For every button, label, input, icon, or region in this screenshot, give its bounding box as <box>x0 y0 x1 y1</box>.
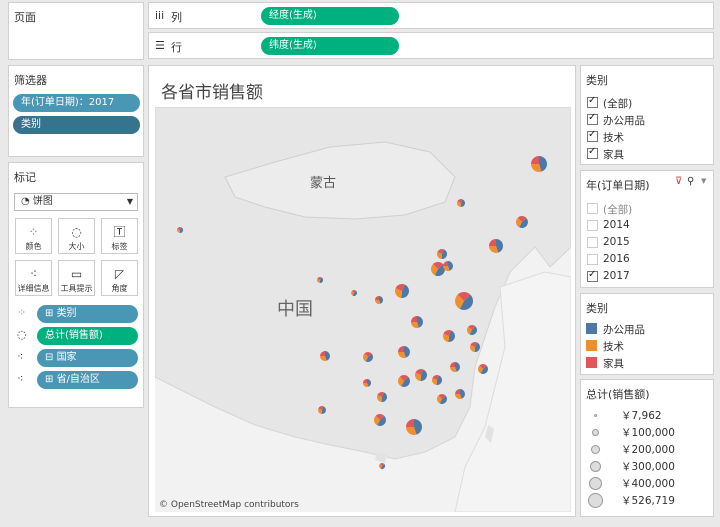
size-legend-label: ￥7,962 <box>621 410 662 422</box>
map-attribution[interactable]: © OpenStreetMap contributors <box>159 500 299 510</box>
columns-label: 列 <box>171 11 182 24</box>
latitude-pill[interactable]: 纬度(生成) <box>261 37 399 55</box>
map-label-mongolia: 蒙古 <box>310 176 336 191</box>
mark-type-dropdown[interactable]: ◔ 饼图 ▼ <box>14 193 138 211</box>
columns-icon: iii <box>155 9 165 22</box>
size-legend-label: ￥400,000 <box>621 478 675 490</box>
angle-icon: ◸ <box>114 267 125 281</box>
size-legend-circle <box>593 413 597 417</box>
pie-icon: ◔ <box>21 196 30 207</box>
year-filter-item-label[interactable]: 2016 <box>603 253 630 265</box>
columns-shelf[interactable]: iii 列 经度(生成) <box>148 2 714 29</box>
size-legend-title: 总计(销售额) <box>586 388 650 401</box>
marks-field-sales[interactable]: 总计(销售额) <box>37 327 138 345</box>
category-filter-item-checkbox[interactable] <box>587 112 598 125</box>
filter-pill-category[interactable]: 类别 <box>13 116 140 134</box>
year-filter-title: 年(订单日期) <box>586 179 650 192</box>
map-label-china: 中国 <box>277 299 313 320</box>
search-icon[interactable]: ⚲ <box>687 176 694 187</box>
category-filter: 类别 (全部) 办公用品技术家具 <box>580 65 714 165</box>
category-filter-item-label[interactable]: 办公用品 <box>603 113 645 128</box>
size-legend-label: ￥100,000 <box>621 427 675 439</box>
color-legend-title: 类别 <box>586 302 608 315</box>
view-panel: 各省市销售额 蒙古 中国 © OpenStreetMap contributor… <box>148 65 576 517</box>
category-filter-item-checkbox[interactable] <box>587 146 598 159</box>
legend-label[interactable]: 家具 <box>603 356 624 371</box>
category-filter-item-label[interactable]: 技术 <box>603 130 624 145</box>
clear-filter-icon[interactable]: ⊽ <box>675 176 682 187</box>
year-filter-item-label[interactable]: 2015 <box>603 236 630 248</box>
size-legend-label: ￥300,000 <box>621 461 675 473</box>
size-legend-circle <box>590 444 600 454</box>
size-icon: ◌ <box>71 225 82 239</box>
pages-title: 页面 <box>14 11 36 24</box>
longitude-pill[interactable]: 经度(生成) <box>261 7 399 25</box>
map[interactable]: 蒙古 中国 <box>155 107 571 512</box>
view-title: 各省市销售额 <box>161 83 263 103</box>
angle-button[interactable]: ◸ 角度 <box>101 260 138 296</box>
label-button[interactable]: 🅃 标签 <box>101 218 138 254</box>
hainan-shape <box>375 452 387 463</box>
size-legend-circle <box>591 428 599 436</box>
year-filter-item-checkbox[interactable] <box>587 203 598 214</box>
year-filter-item-checkbox[interactable] <box>587 237 598 248</box>
legend-swatch[interactable] <box>586 340 597 351</box>
category-filter-item-label[interactable]: (全部) <box>603 96 632 111</box>
category-filter-title: 类别 <box>586 74 608 87</box>
chevron-down-icon: ▼ <box>126 197 133 206</box>
mark-type-label: 饼图 <box>32 196 53 207</box>
size-field-icon: ◌ <box>17 328 27 341</box>
detail-field-icon: ⁖ <box>17 372 24 385</box>
detail-field-icon: ⁖ <box>17 350 24 363</box>
marks-field-country[interactable]: ⊟ 国家 <box>37 349 138 367</box>
filter-pill-year[interactable]: 年(订单日期)：2017 <box>13 94 140 112</box>
size-legend-label: ￥526,719 <box>621 495 675 507</box>
size-legend-circle <box>588 476 602 490</box>
category-filter-item-checkbox[interactable] <box>587 95 598 108</box>
rows-icon: ☰ <box>155 39 165 52</box>
color-legend: 类别 办公用品技术家具 <box>580 293 714 375</box>
year-filter-item-checkbox[interactable] <box>587 254 598 265</box>
palette-icon: ⁘ <box>28 225 39 239</box>
detail-button[interactable]: ⁖ 详细信息 <box>15 260 52 296</box>
legend-label[interactable]: 办公用品 <box>603 322 645 337</box>
year-filter-item-checkbox[interactable] <box>587 269 598 282</box>
marks-field-category[interactable]: ⊞ 类别 <box>37 305 138 323</box>
year-filter-item-label[interactable]: 2017 <box>603 270 630 282</box>
color-field-icon: ⁘ <box>17 306 27 319</box>
tooltip-button[interactable]: ▭ 工具提示 <box>58 260 95 296</box>
year-filter-item-label[interactable]: 2014 <box>603 219 630 231</box>
size-legend-circle <box>589 460 601 472</box>
year-filter: 年(订单日期) ⊽ ⚲ ▼ (全部) 2014 2015 2016 2017 <box>580 170 714 288</box>
year-filter-item-checkbox[interactable] <box>587 220 598 231</box>
label-icon: 🅃 <box>113 225 126 239</box>
legend-label[interactable]: 技术 <box>603 339 624 354</box>
size-legend-circle <box>587 492 603 508</box>
year-filter-item-label[interactable]: (全部) <box>603 202 632 217</box>
size-legend: 总计(销售额) ￥7,962 ￥100,000 ￥200,000 ￥300,000 ￥4… <box>580 379 714 517</box>
rows-label: 行 <box>171 41 182 54</box>
detail-icon: ⁖ <box>29 267 38 281</box>
tooltip-icon: ▭ <box>70 267 83 281</box>
filters-panel: 筛选器 年(订单日期)：2017 类别 <box>8 65 144 157</box>
rows-shelf[interactable]: ☰ 行 纬度(生成) <box>148 32 714 59</box>
legend-swatch[interactable] <box>586 357 597 368</box>
filters-title: 筛选器 <box>14 74 47 87</box>
color-button[interactable]: ⁘ 颜色 <box>15 218 52 254</box>
category-filter-item-checkbox[interactable] <box>587 129 598 142</box>
marks-panel: 标记 ◔ 饼图 ▼ ⁘ 颜色 ◌ 大小 🅃 标签 ⁖ 详细信息 ▭ 工具提示 ◸ 角度 ⁘ … <box>8 162 144 408</box>
marks-title: 标记 <box>14 171 36 184</box>
chevron-down-icon[interactable]: ▼ <box>701 177 706 185</box>
marks-field-province[interactable]: ⊞ 省/自治区 <box>37 371 138 389</box>
size-legend-label: ￥200,000 <box>621 444 675 456</box>
size-button[interactable]: ◌ 大小 <box>58 218 95 254</box>
legend-swatch[interactable] <box>586 323 597 334</box>
category-filter-item-label[interactable]: 家具 <box>603 147 624 162</box>
pages-panel: 页面 <box>8 2 144 60</box>
